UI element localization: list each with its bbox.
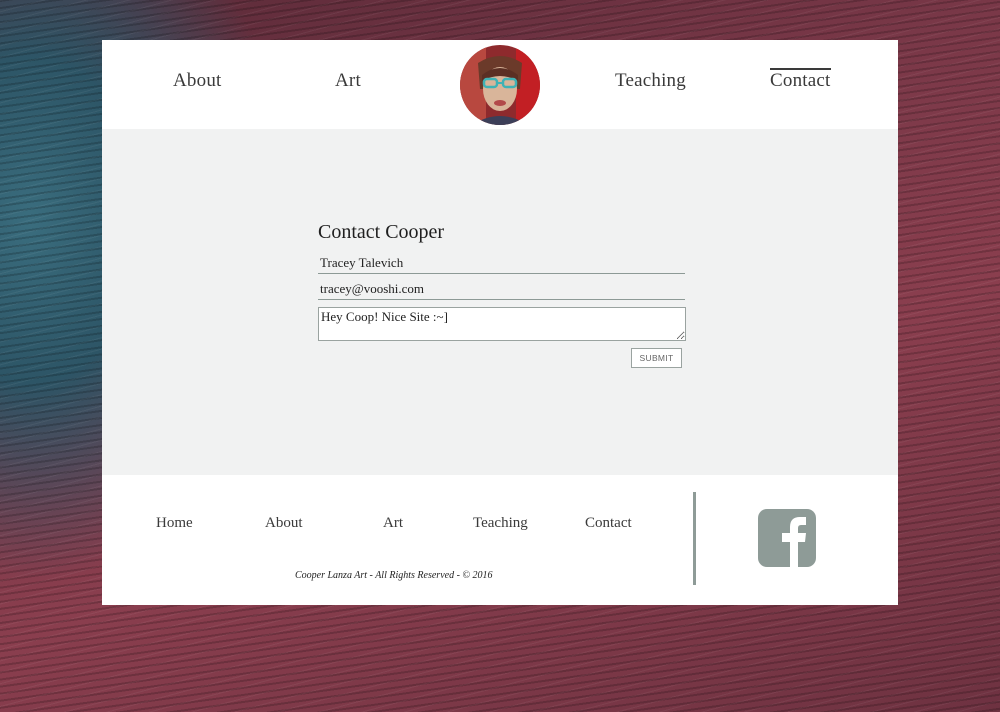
- nav-contact-active[interactable]: Contact: [770, 68, 831, 92]
- submit-button[interactable]: SUBMIT: [631, 348, 682, 368]
- footer-link-contact[interactable]: Contact: [585, 515, 632, 532]
- copyright-text: Cooper Lanza Art - All Rights Reserved -…: [295, 570, 493, 581]
- footer-link-home[interactable]: Home: [156, 515, 193, 532]
- site-footer: Home About Art Teaching Contact Cooper L…: [102, 475, 898, 605]
- facebook-glyph: [782, 517, 806, 567]
- page-card: About Art Teaching Contact Contact Coope…: [102, 40, 898, 605]
- footer-divider: [693, 492, 696, 585]
- footer-link-art[interactable]: Art: [383, 515, 403, 532]
- contact-section: Contact Cooper Hey Coop! Nice Site :~] S…: [102, 129, 898, 475]
- footer-link-teaching[interactable]: Teaching: [473, 515, 528, 532]
- avatar-portrait[interactable]: [460, 45, 540, 125]
- nav-about[interactable]: About: [173, 70, 222, 92]
- nav-teaching[interactable]: Teaching: [615, 70, 686, 92]
- nav-art[interactable]: Art: [335, 70, 361, 92]
- email-field[interactable]: [318, 278, 685, 300]
- name-field[interactable]: [318, 252, 685, 274]
- portrait-image: [460, 45, 540, 125]
- message-field[interactable]: Hey Coop! Nice Site :~]: [318, 307, 686, 341]
- site-header: About Art Teaching Contact: [102, 40, 898, 129]
- contact-form-title: Contact Cooper: [318, 221, 445, 243]
- facebook-icon[interactable]: [758, 509, 816, 567]
- footer-link-about[interactable]: About: [265, 515, 303, 532]
